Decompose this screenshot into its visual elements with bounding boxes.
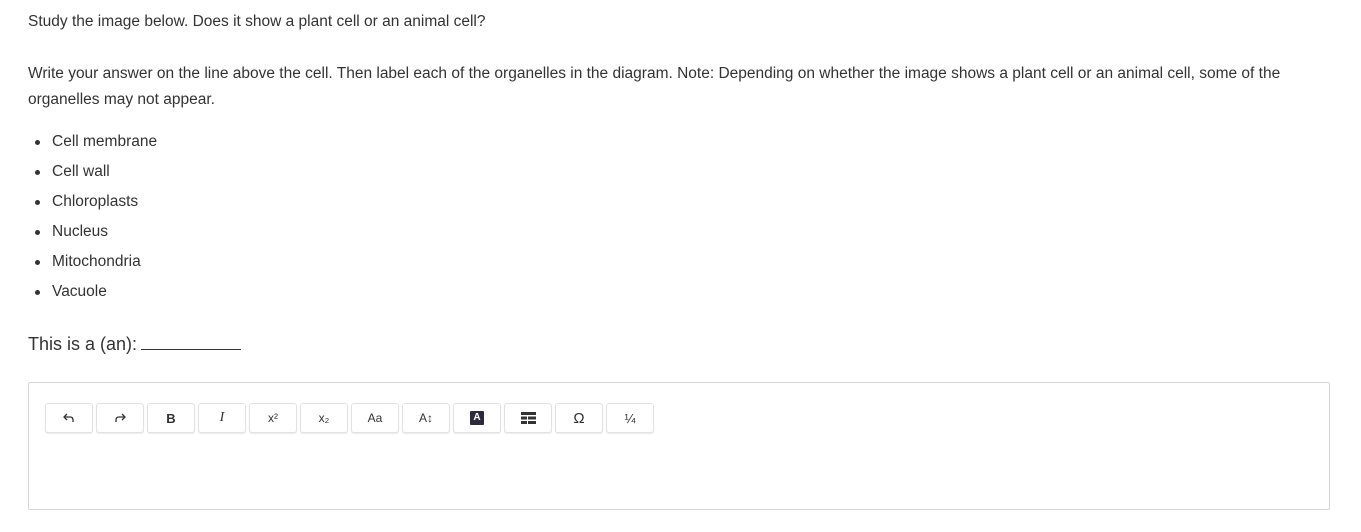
omega-icon: Ω	[573, 409, 585, 427]
text-color-icon: A	[470, 411, 484, 425]
bullet-icon	[35, 230, 40, 235]
redo-button[interactable]	[96, 403, 144, 433]
question-text: Study the image below. Does it show a pl…	[28, 13, 486, 30]
instructions-text: Write your answer on the line above the …	[28, 65, 1281, 108]
undo-button[interactable]	[45, 403, 93, 433]
organelle-list: Cell membrane Cell wall Chloroplasts Nuc…	[28, 130, 157, 310]
bullet-icon	[35, 170, 40, 175]
table-button[interactable]	[504, 403, 552, 433]
bullet-icon	[35, 140, 40, 145]
italic-icon: I	[219, 410, 225, 425]
special-characters-button[interactable]: Ω	[555, 403, 603, 433]
list-item: Nucleus	[28, 220, 157, 250]
list-item: Cell wall	[28, 160, 157, 190]
font-size-button[interactable]: A↕	[402, 403, 450, 433]
italic-button[interactable]: I	[198, 403, 246, 433]
superscript-button[interactable]: x²	[249, 403, 297, 433]
answer-prompt: This is a (an):	[28, 331, 242, 356]
rich-text-editor: B I x² x₂ Aa A↕ A Ω ¼	[28, 382, 1330, 510]
editor-toolbar: B I x² x₂ Aa A↕ A Ω ¼	[45, 403, 657, 433]
bold-button[interactable]: B	[147, 403, 195, 433]
editor-text-area[interactable]	[45, 443, 1313, 499]
font-case-icon: Aa	[367, 411, 383, 425]
font-case-button[interactable]: Aa	[351, 403, 399, 433]
list-item: Chloroplasts	[28, 190, 157, 220]
subscript-button[interactable]: x₂	[300, 403, 348, 433]
answer-blank	[141, 331, 242, 350]
text-color-button[interactable]: A	[453, 403, 501, 433]
fractions-button[interactable]: ¼	[606, 403, 654, 433]
bullet-icon	[35, 200, 40, 205]
bullet-icon	[35, 260, 40, 265]
list-item: Vacuole	[28, 280, 157, 310]
bold-icon: B	[166, 410, 176, 426]
redo-icon	[115, 413, 126, 422]
list-item: Cell membrane	[28, 130, 157, 160]
answer-prompt-label: This is a (an):	[28, 334, 138, 354]
fraction-icon: ¼	[624, 410, 636, 426]
font-size-icon: A↕	[418, 411, 433, 425]
undo-icon	[63, 413, 74, 422]
superscript-icon: x²	[268, 411, 278, 425]
list-item: Mitochondria	[28, 250, 157, 280]
subscript-icon: x₂	[318, 411, 330, 425]
bullet-icon	[35, 290, 40, 295]
table-icon	[520, 412, 536, 424]
